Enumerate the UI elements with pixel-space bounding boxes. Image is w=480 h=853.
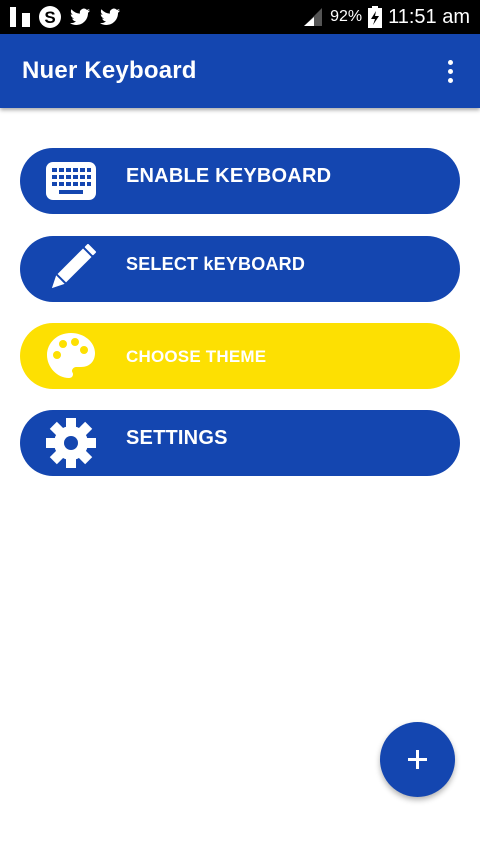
keyboard-icon [46,162,96,200]
battery-charging-icon [368,6,383,28]
app-screen: S 92% 11:51 am Nuer Keyboard ENABLE KEYB… [0,0,480,853]
svg-text:S: S [44,8,55,27]
plus-icon [408,750,427,769]
choose-theme-button[interactable]: CHOOSE THEME [20,323,460,389]
choose-theme-label: CHOOSE THEME [126,347,267,366]
enable-keyboard-label: ENABLE KEYBOARD [126,165,332,187]
pencil-icon [51,244,97,289]
status-bar: S 92% 11:51 am [0,0,480,34]
gear-icon [46,418,96,468]
flipboard-icon [10,7,30,27]
signal-icon [304,8,323,26]
twitter-icon [70,8,90,25]
app-title: Nuer Keyboard [22,57,197,84]
more-vert-icon[interactable] [438,56,462,86]
battery-percent: 92% [330,8,363,25]
app-bar: Nuer Keyboard [0,34,480,108]
add-fab-button[interactable] [380,722,455,797]
select-keyboard-label: SELECT kEYBOARD [126,254,306,274]
system-status: 92% 11:51 am [302,0,470,34]
settings-label: SETTINGS [126,427,228,449]
enable-keyboard-button[interactable]: ENABLE KEYBOARD [20,148,460,214]
select-keyboard-button[interactable]: SELECT kEYBOARD [20,236,460,302]
palette-icon [47,333,95,378]
skype-icon: S [39,6,61,28]
notification-icons: S [8,5,122,29]
status-time: 11:51 am [388,5,470,28]
twitter-icon [100,8,120,25]
settings-button[interactable]: SETTINGS [20,410,460,476]
